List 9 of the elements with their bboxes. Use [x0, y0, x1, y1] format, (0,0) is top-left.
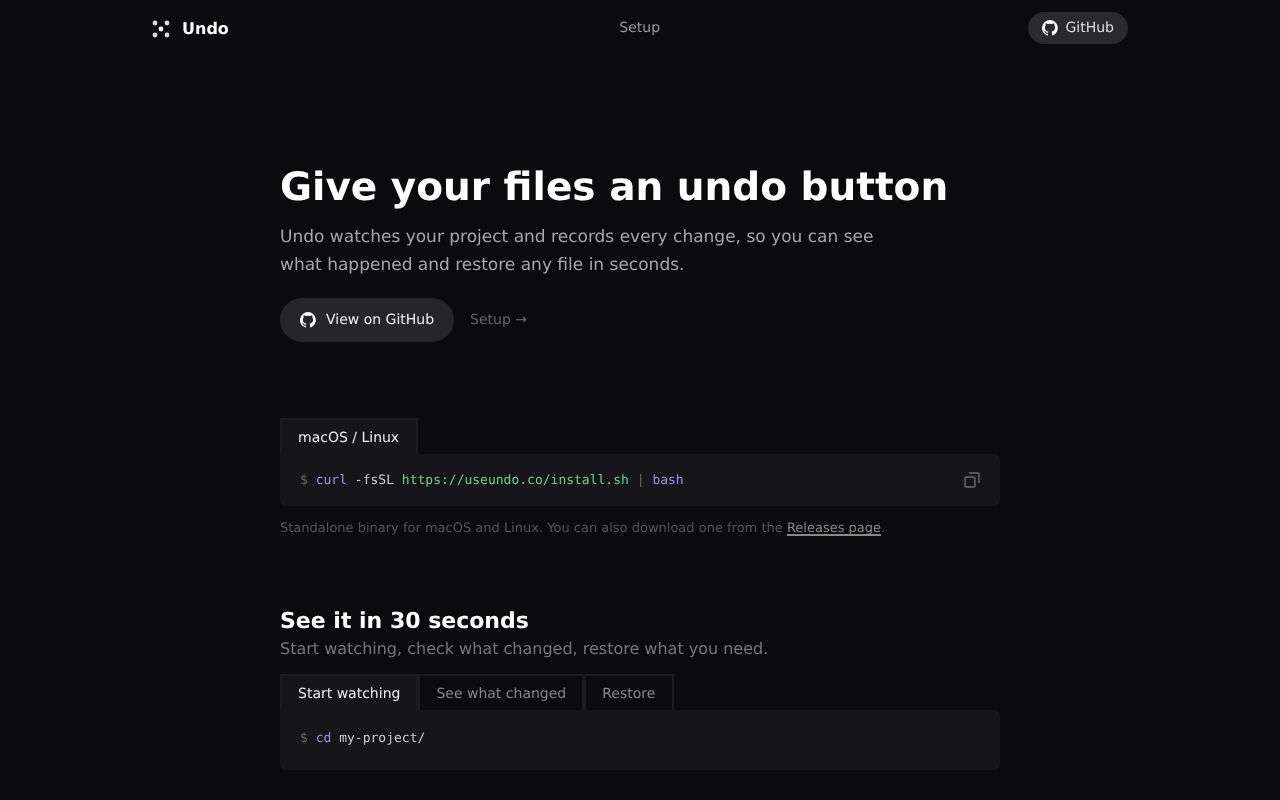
logo-icon — [152, 19, 170, 37]
copy-icon[interactable] — [964, 472, 980, 488]
github-icon — [1041, 20, 1058, 36]
hero-title: Give your files an undo button — [280, 162, 951, 214]
brand-name[interactable]: Undo — [182, 19, 229, 37]
section-title: See it in 30 seconds — [280, 608, 531, 636]
section-subtitle: Start watching, check what changed, restore what you need. — [280, 640, 771, 658]
github-icon — [300, 312, 316, 328]
hero-description: Undo watches your project and records every change, so you can see what happened and restore any file in seconds. — [280, 226, 876, 280]
